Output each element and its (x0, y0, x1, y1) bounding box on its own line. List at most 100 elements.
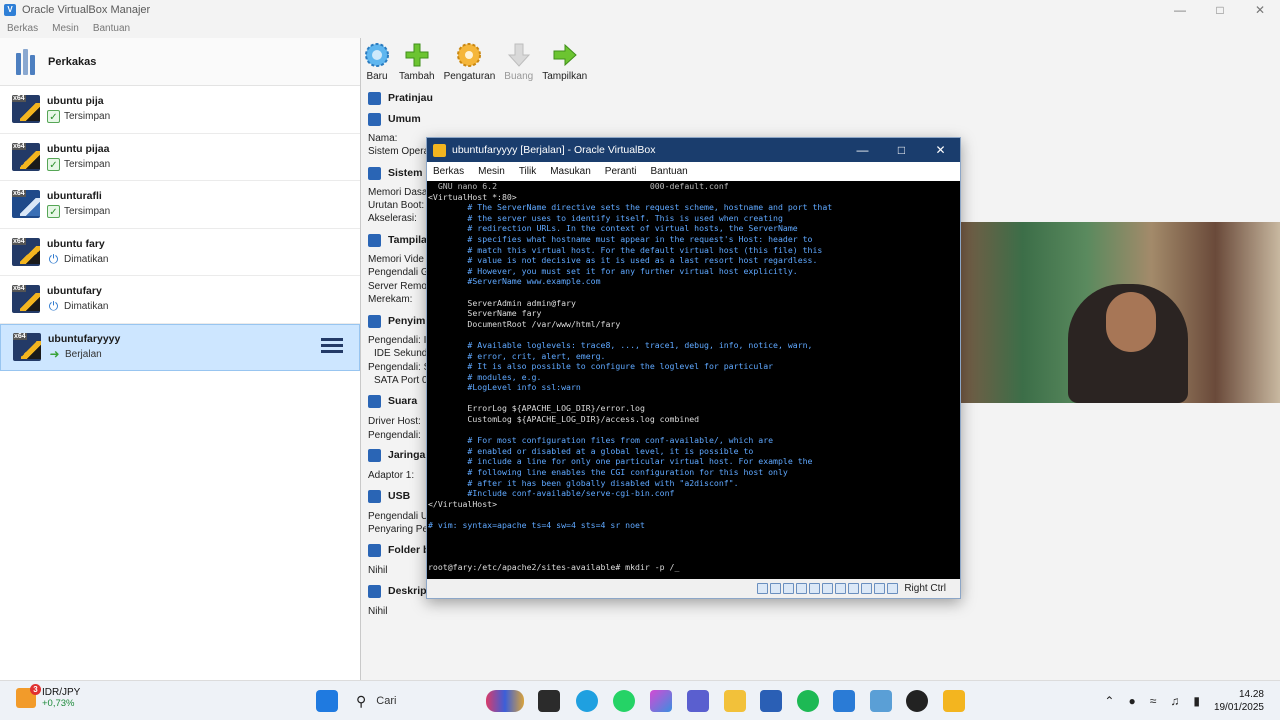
manager-menubar: Berkas Mesin Bantuan (0, 20, 1280, 37)
vm-item-ubuntufary[interactable]: x64 ubuntufary ⏻ Dimatikan (0, 276, 360, 324)
menu-machine[interactable]: Mesin (52, 23, 79, 34)
whatsapp-icon[interactable] (613, 690, 635, 712)
clock[interactable]: 14.28 19/01/2025 (1214, 688, 1264, 714)
vm-menu-devices[interactable]: Peranti (605, 166, 637, 177)
vm-menu-input[interactable]: Masukan (550, 166, 591, 177)
show-button[interactable]: Tampilkan (542, 42, 587, 86)
terminal-line: # redirection URLs. In the context of vi… (428, 223, 798, 234)
section-general[interactable]: Umum (362, 109, 421, 129)
terminal-line: DocumentRoot /var/www/html/fary (428, 318, 621, 329)
terminal-line: #Include conf-available/serve-cgi-bin.co… (428, 488, 675, 499)
section-network[interactable]: Jaringar (362, 445, 429, 465)
terminal-line: # enabled or disabled at a global level,… (428, 445, 754, 456)
terminal-line: # match this virtual host. For the defau… (428, 244, 823, 255)
copilot-icon[interactable] (650, 690, 672, 712)
storage-icon (368, 314, 381, 328)
discard-button[interactable]: Buang (504, 42, 533, 86)
vm-menu-file[interactable]: Berkas (433, 166, 464, 177)
display-memory-label: Memori Vide (368, 254, 424, 265)
audio-icon[interactable] (783, 583, 795, 594)
terminal-line: CustomLog ${APACHE_LOG_DIR}/access.log c… (428, 414, 700, 425)
widgets-button[interactable]: 3 IDR/JPY +0,73% (16, 684, 80, 709)
vm-status: Tersimpan (64, 158, 111, 170)
start-button[interactable] (316, 690, 338, 712)
spotify-icon[interactable] (797, 690, 819, 712)
audio-controller-label: Pengendali: (368, 430, 421, 441)
vm-name: ubuntufaryyyy (48, 333, 121, 346)
chevron-up-icon[interactable]: ⌃ (1104, 694, 1114, 708)
vm-item-ubunturafli[interactable]: x64 ubunturafli ✓ Tersimpan (0, 181, 360, 229)
vm-maximize-button[interactable]: □ (882, 138, 921, 162)
battery-icon[interactable]: ▮ (1193, 694, 1200, 708)
vm-status: Dimatikan (64, 301, 109, 313)
edge-icon[interactable] (576, 690, 598, 712)
section-description[interactable]: Deskrips (362, 581, 432, 601)
keyboard-icon[interactable] (887, 583, 899, 594)
section-shared-folders[interactable]: Folder b (362, 540, 429, 560)
network-status-icon[interactable] (796, 583, 808, 594)
maximize-button[interactable]: □ (1200, 0, 1240, 20)
mouse-integration-icon[interactable] (874, 583, 886, 594)
teams-icon[interactable] (687, 690, 709, 712)
ubuntu-64-icon: x64 (13, 333, 41, 362)
display-record-label: Merekam: (368, 294, 413, 305)
taskbar-search[interactable]: ⚲ Cari (348, 689, 508, 713)
guest-terminal[interactable]: GNU nano 6.2 000-default.conf <VirtualHos… (427, 181, 960, 579)
vm-window-titlebar[interactable]: ubuntufaryyyy [Berjalan] - Oracle Virtua… (427, 138, 960, 162)
vm-menu-view[interactable]: Tilik (519, 166, 536, 177)
vm-item-ubuntu-pijaa[interactable]: x64 ubuntu pijaa ✓ Tersimpan (0, 134, 360, 181)
vm-window-icon (433, 143, 446, 157)
volume-icon[interactable]: ♫ (1170, 694, 1179, 708)
vm-item-ubuntu-pija[interactable]: x64 ubuntu pija ✓ Tersimpan (0, 86, 360, 134)
section-display[interactable]: Tampila (362, 230, 427, 250)
optical-drive-icon[interactable] (770, 583, 782, 594)
vm-item-ubuntu-fary[interactable]: x64 ubuntu fary ⏻ Dimatikan (0, 229, 360, 276)
cpu-icon[interactable] (861, 583, 873, 594)
usb-status-icon[interactable] (809, 583, 821, 594)
vm-close-button[interactable]: ✕ (921, 138, 960, 162)
terminal-line: #ServerName www.example.com (428, 276, 601, 287)
section-usb[interactable]: USB (362, 486, 410, 506)
section-system[interactable]: Sistem (362, 163, 422, 183)
task-view-icon[interactable] (538, 690, 560, 712)
tools-item[interactable]: Perkakas (0, 38, 360, 86)
obs-icon[interactable] (906, 690, 928, 712)
store-icon[interactable] (760, 690, 782, 712)
vm-item-ubuntufaryyyy[interactable]: x64 ubuntufaryyyy ➜ Berjalan (0, 323, 360, 371)
vm-taskbar-icon[interactable] (943, 690, 965, 712)
menu-help[interactable]: Bantuan (93, 23, 130, 34)
vm-status: Tersimpan (64, 206, 111, 218)
section-audio[interactable]: Suara (362, 391, 417, 411)
notepad-icon[interactable] (870, 690, 892, 712)
display-status-icon[interactable] (835, 583, 847, 594)
vm-minimize-button[interactable]: — (843, 138, 882, 162)
vm-menu-machine[interactable]: Mesin (478, 166, 505, 177)
terminal-line: # The ServerName directive sets the requ… (428, 202, 833, 213)
wifi-icon[interactable]: ≈ (1150, 694, 1157, 708)
clock-date: 19/01/2025 (1213, 702, 1264, 713)
menu-file[interactable]: Berkas (7, 23, 38, 34)
terminal-line: # after it has been globally disabled wi… (428, 477, 739, 488)
hard-disk-icon[interactable] (757, 583, 769, 594)
search-highlight-icon[interactable] (486, 690, 524, 712)
vm-window[interactable]: ubuntufaryyyy [Berjalan] - Oracle Virtua… (426, 137, 961, 599)
new-button[interactable]: Baru (364, 42, 390, 86)
terminal-line: # value is not decisive as it is used as… (428, 255, 818, 266)
vm-window-menubar: Berkas Mesin Tilik Masukan Peranti Bantu… (427, 162, 960, 180)
shared-folders-status-icon[interactable] (822, 583, 834, 594)
recording-icon[interactable] (848, 583, 860, 594)
vm-menu-help[interactable]: Bantuan (650, 166, 687, 177)
section-preview[interactable]: Pratinjau (362, 88, 433, 108)
terminal-line: # However, you must set it for any furth… (428, 265, 798, 276)
section-storage[interactable]: Penyimp (362, 311, 432, 331)
virtualbox-taskbar-icon[interactable] (833, 690, 855, 712)
minimize-button[interactable]: — (1160, 0, 1200, 20)
vm-details-menu-icon[interactable] (321, 337, 343, 356)
file-explorer-icon[interactable] (724, 690, 746, 712)
settings-button[interactable]: Pengaturan (444, 42, 495, 86)
add-button[interactable]: Tambah (399, 42, 435, 86)
terminal-line: </VirtualHost> (428, 498, 498, 509)
microphone-icon[interactable]: ● (1128, 694, 1135, 708)
close-button[interactable]: ✕ (1240, 0, 1280, 20)
